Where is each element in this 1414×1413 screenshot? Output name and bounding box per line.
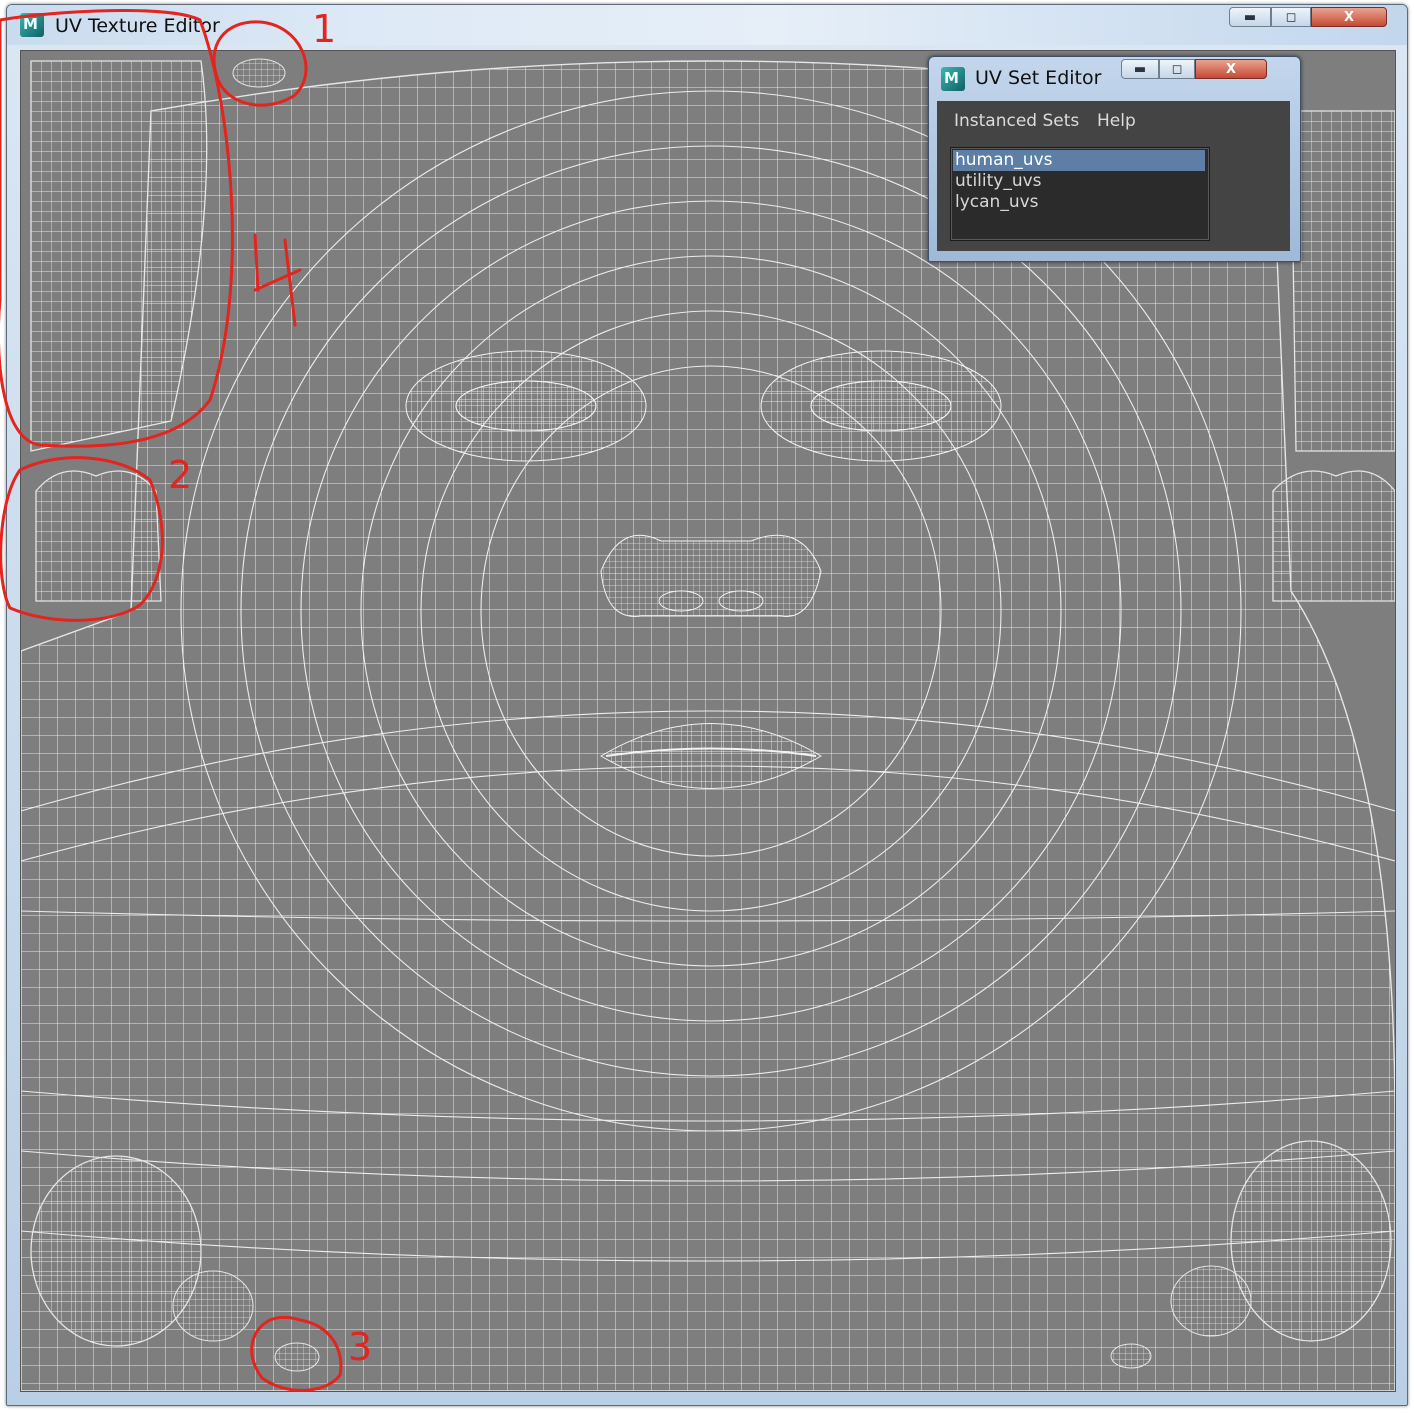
minimize-button[interactable]: ▬ bbox=[1229, 7, 1271, 27]
uv-shell-2 bbox=[35, 470, 162, 602]
menu-help[interactable]: Help bbox=[1097, 111, 1136, 131]
uv-shell-right-ear-inner bbox=[1170, 1265, 1252, 1337]
maya-app-icon bbox=[20, 13, 44, 37]
title-bar[interactable]: UV Texture Editor ▬ ◻ X bbox=[7, 5, 1407, 45]
uv-shell-1 bbox=[232, 58, 286, 88]
window-caption-buttons: ▬ ◻ X bbox=[1229, 7, 1387, 27]
uv-shell-3 bbox=[274, 1342, 320, 1372]
window-title: UV Texture Editor bbox=[55, 15, 220, 37]
uv-shell-right-ear bbox=[1230, 1140, 1392, 1342]
uv-shell-right-small bbox=[1110, 1343, 1152, 1369]
uv-shell-right-teeth bbox=[1272, 470, 1395, 602]
uv-set-editor-title: UV Set Editor bbox=[975, 67, 1102, 89]
maya-app-icon bbox=[941, 67, 965, 91]
uv-set-item-lycan-uvs[interactable]: lycan_uvs bbox=[953, 192, 1205, 213]
uv-set-editor-body: Instanced Sets Help human_uvs utility_uv… bbox=[937, 101, 1290, 251]
maximize-button[interactable]: ◻ bbox=[1271, 7, 1311, 27]
menu-instanced-sets[interactable]: Instanced Sets bbox=[954, 111, 1079, 131]
uv-set-close-button[interactable]: X bbox=[1195, 59, 1267, 79]
uv-set-caption-buttons: ▬ ◻ X bbox=[1121, 59, 1267, 79]
uv-set-item-utility-uvs[interactable]: utility_uvs bbox=[953, 171, 1205, 192]
close-button[interactable]: X bbox=[1311, 7, 1387, 27]
uv-set-list[interactable]: human_uvs utility_uvs lycan_uvs bbox=[950, 147, 1210, 241]
uv-set-minimize-button[interactable]: ▬ bbox=[1121, 59, 1159, 79]
uv-set-maximize-button[interactable]: ◻ bbox=[1159, 59, 1195, 79]
uv-shell-right-side bbox=[1290, 110, 1395, 452]
uv-set-item-human-uvs[interactable]: human_uvs bbox=[953, 150, 1205, 171]
uv-shell-left-ear-inner bbox=[172, 1270, 254, 1342]
uv-set-editor-window: UV Set Editor ▬ ◻ X Instanced Sets Help … bbox=[928, 56, 1301, 262]
